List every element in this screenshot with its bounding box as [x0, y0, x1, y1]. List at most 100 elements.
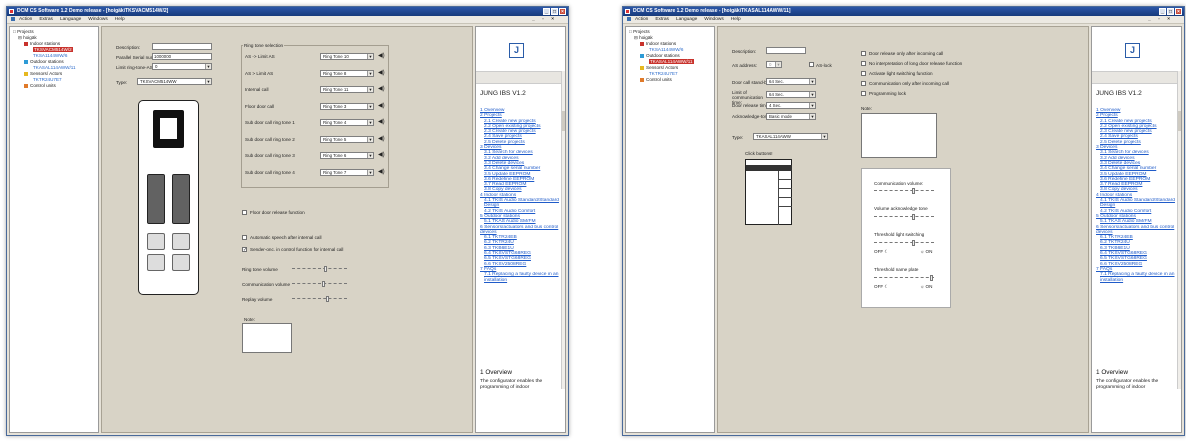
device-button-3[interactable] — [147, 254, 165, 271]
toc-link[interactable]: 7.1 Replacing a faulty device in an inst… — [1096, 272, 1176, 283]
ringtone-select[interactable]: Ring Tone 3 ▼ — [320, 102, 374, 110]
standby-select[interactable]: 64 Sec. ▼ — [766, 78, 816, 85]
tree-outdoor-item-1[interactable]: TKASAL114AWW/11 — [33, 65, 76, 70]
tree-control[interactable]: Control units — [24, 83, 56, 88]
description-input[interactable] — [152, 43, 212, 50]
mdi-controls[interactable]: _ ▫ × — [532, 16, 557, 24]
bell-button[interactable] — [779, 189, 792, 198]
tree-indoor-item-1[interactable]: TKSA1144WW/6 — [649, 47, 683, 52]
replay-volume-slider[interactable] — [292, 296, 347, 302]
tree-sensors[interactable]: Sensors/ Actors — [24, 71, 62, 76]
ringtone-select[interactable]: Ring Tone 11 ▼ — [320, 86, 374, 93]
serial-input[interactable]: 1000000 — [152, 53, 212, 60]
slider-thumb[interactable] — [912, 188, 915, 194]
menu-action[interactable]: Action — [19, 17, 32, 22]
device-button-1[interactable] — [147, 233, 165, 250]
slider-thumb[interactable] — [322, 281, 325, 287]
help-scrollbar[interactable] — [561, 71, 565, 389]
sender-onc-checkbox[interactable]: ✓ — [242, 247, 247, 253]
device-button-2[interactable] — [172, 233, 190, 250]
tree-sensors-item-1[interactable]: TKTR24U7E7 — [33, 77, 62, 82]
tree-outdoor[interactable]: Outdoor stations — [640, 53, 680, 58]
slider-thumb[interactable] — [326, 296, 329, 302]
slider-thumb[interactable] — [930, 275, 933, 281]
as-lock-checkbox[interactable] — [809, 62, 814, 67]
ringtone-select[interactable]: Ring Tone 6 ▼ — [320, 152, 374, 159]
slider-thumb[interactable] — [324, 266, 327, 272]
toc-link[interactable]: 6 Sensors/actuators and bus control devi… — [480, 225, 560, 236]
note-textarea[interactable] — [242, 323, 292, 353]
description-input[interactable] — [766, 47, 806, 54]
speaker-icon[interactable]: ◀) — [378, 70, 385, 76]
scroll-thumb[interactable] — [1178, 111, 1181, 131]
menu-extras[interactable]: Extras — [39, 17, 53, 22]
toc-link[interactable]: 6 Sensors/actuators and bus control devi… — [1096, 225, 1176, 236]
minimize-button[interactable]: _ — [543, 8, 550, 15]
ringtone-select[interactable]: Ring Tone 8 ▼ — [320, 69, 374, 77]
speaker-icon[interactable]: ◀) — [378, 53, 385, 59]
release-time-select[interactable]: 4 Sec. ▼ — [766, 102, 816, 109]
tree-project[interactable]: ⊟ hoigäk — [18, 35, 37, 40]
comm-volume-slider[interactable] — [292, 281, 347, 287]
menu-windows[interactable]: Windows — [88, 17, 107, 22]
ringtone-select[interactable]: Ring Tone 5 ▼ — [320, 135, 374, 143]
tree-project[interactable]: ⊟ hoigäk — [634, 35, 653, 40]
tree-sensors[interactable]: Sensors/ Actors — [640, 65, 678, 70]
tree-indoor-item-2[interactable]: TKSA1144WW/6 — [33, 53, 67, 58]
bell-button[interactable] — [779, 198, 792, 207]
speaker-icon[interactable]: ◀) — [378, 119, 385, 125]
option-checkbox[interactable] — [861, 51, 866, 56]
device-button-4[interactable] — [172, 254, 190, 271]
option-checkbox[interactable] — [861, 81, 866, 86]
menu-windows[interactable]: Windows — [704, 17, 723, 22]
threshold-light-slider[interactable] — [874, 240, 934, 246]
slider-thumb[interactable] — [912, 240, 915, 246]
menu-help[interactable]: Help — [731, 17, 741, 22]
bell-button[interactable] — [779, 180, 792, 189]
mdi-controls[interactable]: _ ▫ × — [1148, 16, 1173, 24]
minimize-button[interactable]: _ — [1159, 8, 1166, 15]
help-scrollbar[interactable] — [1177, 71, 1181, 389]
tree-indoor[interactable]: Indoor stations — [24, 41, 60, 46]
menu-help[interactable]: Help — [115, 17, 125, 22]
tree-root[interactable]: □ Projects — [13, 29, 34, 34]
floor-release-checkbox[interactable] — [242, 210, 247, 215]
maximize-button[interactable]: □ — [1167, 8, 1174, 15]
tree-control[interactable]: Control units — [640, 77, 672, 82]
tree-outdoor[interactable]: Outdoor stations — [24, 59, 64, 64]
ack-volume-slider[interactable] — [874, 214, 934, 220]
tree-indoor[interactable]: Indoor stations — [640, 41, 676, 46]
threshold-plate-slider[interactable] — [874, 275, 934, 281]
tree-outdoor-item-1[interactable]: TKASAL114AWW/11 — [649, 59, 694, 64]
type-select[interactable]: TKASAL114AWW ▼ — [753, 133, 828, 140]
menu-action[interactable]: Action — [635, 17, 648, 22]
limit-select[interactable]: 0 ▼ — [152, 63, 212, 70]
menu-extras[interactable]: Extras — [655, 17, 669, 22]
speaker-icon[interactable]: ◀) — [378, 169, 385, 175]
type-select[interactable]: TKSVACM514WW ▼ — [137, 78, 212, 85]
auto-speech-checkbox[interactable] — [242, 235, 247, 240]
ringtone-select[interactable]: Ring Tone 10 ▼ — [320, 53, 374, 60]
speaker-icon[interactable]: ◀) — [378, 152, 385, 158]
tree-root[interactable]: □ Projects — [629, 29, 650, 34]
ack-tones-select[interactable]: Basic mode ▼ — [766, 113, 816, 120]
comm-time-select[interactable]: 64 Sec. ▼ — [766, 91, 816, 98]
as-address-select[interactable]: 0 ▼ — [766, 61, 782, 68]
speaker-icon[interactable]: ◀) — [378, 136, 385, 142]
bell-button[interactable] — [779, 207, 792, 216]
menu-language[interactable]: Language — [60, 17, 81, 22]
ringtone-select[interactable]: Ring Tone 4 ▼ — [320, 119, 374, 126]
toc-link[interactable]: 7.1 Replacing a faulty device in an inst… — [480, 272, 560, 283]
slider-thumb[interactable] — [912, 214, 915, 220]
menu-language[interactable]: Language — [676, 17, 697, 22]
close-button[interactable]: × — [559, 8, 566, 15]
toc-link[interactable]: 4.1 TKIS Audio Standard/Standard Design — [480, 198, 560, 209]
speaker-icon[interactable]: ◀) — [378, 86, 385, 92]
option-checkbox[interactable] — [861, 71, 866, 76]
maximize-button[interactable]: □ — [551, 8, 558, 15]
option-checkbox[interactable] — [861, 61, 866, 66]
tree-sensors-item-1[interactable]: TKTR24U7E7 — [649, 71, 678, 76]
comm-volume-slider[interactable] — [874, 188, 934, 194]
bell-button[interactable] — [779, 171, 792, 180]
ring-volume-slider[interactable] — [292, 266, 347, 272]
